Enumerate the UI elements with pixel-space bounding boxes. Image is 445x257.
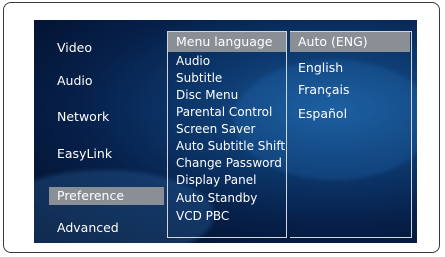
- option-screen-saver[interactable]: Screen Saver: [176, 121, 255, 138]
- category-column: Video Audio Network EasyLink Preference …: [44, 31, 168, 238]
- tv-screen-frame: Video Audio Network EasyLink Preference …: [3, 2, 440, 253]
- option-menu-language[interactable]: Menu language: [176, 33, 273, 51]
- option-parental-control[interactable]: Parental Control: [176, 104, 272, 121]
- option-audio[interactable]: Audio: [176, 53, 210, 70]
- option-vcd-pbc[interactable]: VCD PBC: [176, 208, 229, 225]
- value-english[interactable]: English: [298, 59, 343, 77]
- option-subtitle[interactable]: Subtitle: [176, 70, 222, 87]
- option-auto-subtitle-shift[interactable]: Auto Subtitle Shift: [176, 138, 285, 155]
- option-auto-standby[interactable]: Auto Standby: [176, 190, 257, 207]
- category-network[interactable]: Network: [57, 108, 109, 126]
- value-column: Auto (ENG) English Français Español: [290, 31, 412, 238]
- category-easylink[interactable]: EasyLink: [57, 145, 112, 163]
- option-disc-menu[interactable]: Disc Menu: [176, 87, 238, 104]
- option-column: Menu language Audio Subtitle Disc Menu P…: [167, 31, 287, 238]
- option-display-panel[interactable]: Display Panel: [176, 172, 256, 189]
- value-espanol[interactable]: Español: [298, 105, 347, 123]
- setup-menu-screen: Video Audio Network EasyLink Preference …: [34, 20, 417, 243]
- option-change-password[interactable]: Change Password: [176, 155, 282, 172]
- value-francais[interactable]: Français: [298, 81, 350, 99]
- category-preference[interactable]: Preference: [57, 187, 124, 205]
- category-audio[interactable]: Audio: [57, 72, 93, 90]
- category-advanced[interactable]: Advanced: [57, 219, 119, 237]
- category-video[interactable]: Video: [57, 39, 92, 57]
- value-auto-eng[interactable]: Auto (ENG): [298, 33, 368, 51]
